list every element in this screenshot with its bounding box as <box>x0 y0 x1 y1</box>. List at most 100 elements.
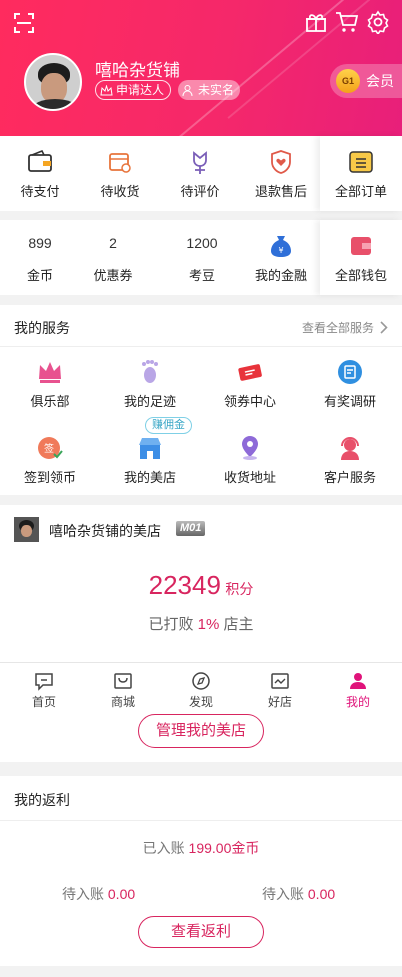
shop-icon <box>271 673 289 689</box>
tab-home[interactable]: 首页 <box>4 663 84 710</box>
store-name: 嘻哈杂货铺的美店 <box>49 523 161 539</box>
service-my-store[interactable]: 我的美店 <box>100 435 200 486</box>
score-value: 22349 <box>148 570 221 600</box>
credited-value: 199.00金币 <box>188 840 260 856</box>
beat-suffix: 店主 <box>223 616 254 633</box>
pending-value: 0.00 <box>107 886 136 902</box>
tab-mine[interactable]: 我的 <box>318 663 398 710</box>
beans-value: 1200 <box>186 235 218 251</box>
cart-icon[interactable] <box>335 10 359 34</box>
rebate-title: 我的返利 <box>14 792 70 808</box>
scan-icon[interactable] <box>12 11 36 35</box>
realname-label: 未实名 <box>198 83 235 97</box>
order-pending-receipt[interactable]: 待收货 <box>80 136 160 211</box>
gift-icon[interactable] <box>304 10 328 34</box>
pending-label: 待入账 <box>262 886 304 902</box>
beat-ratio: 已打败 1% 店主 <box>0 613 402 634</box>
pending-value: 0.00 <box>307 886 336 902</box>
divider <box>0 346 402 347</box>
avatar[interactable] <box>24 53 82 111</box>
divider <box>0 820 402 821</box>
service-label: 有奖调研 <box>323 394 376 409</box>
checkin-icon: 签 <box>38 437 63 459</box>
service-coupon-center[interactable]: 领券中心 <box>200 359 300 410</box>
service-label: 签到领币 <box>23 470 76 485</box>
service-survey[interactable]: 有奖调研 <box>300 359 400 410</box>
coins-value: 899 <box>28 235 52 251</box>
crown-small-icon <box>100 84 113 95</box>
shop-name: 嘻哈杂货铺 <box>95 61 180 80</box>
tab-label: 发现 <box>188 695 213 709</box>
apply-expert-tag[interactable]: 申请达人 <box>95 80 172 100</box>
manage-store-button[interactable]: 管理我的美店 <box>138 714 264 748</box>
order-pending-review[interactable]: 待评价 <box>160 136 240 211</box>
beat-percent: 1% <box>197 616 220 633</box>
service-footprint[interactable]: 我的足迹 <box>100 359 200 410</box>
coupons-value: 2 <box>109 235 117 251</box>
realname-tag[interactable]: 未实名 <box>178 80 241 100</box>
svg-text:签: 签 <box>44 442 54 455</box>
wallet-finance[interactable]: ¥ 我的金融 <box>240 220 322 295</box>
tab-label: 我的 <box>345 695 370 709</box>
tab-discover[interactable]: 发现 <box>161 663 241 710</box>
flower-icon <box>193 151 207 174</box>
beat-prefix: 已打败 <box>148 616 194 633</box>
services-title: 我的服务 <box>14 320 70 336</box>
chat-icon <box>35 673 53 691</box>
compass-icon <box>192 672 210 690</box>
person-verify-icon <box>182 84 193 96</box>
service-customer[interactable]: 客户服务 <box>300 435 400 486</box>
tab-mall[interactable]: 商城 <box>83 663 163 710</box>
bag-icon <box>114 673 132 689</box>
view-all-services-label: 查看全部服务 <box>301 321 374 335</box>
store-icon <box>139 438 161 459</box>
crown-icon <box>39 362 61 383</box>
package-icon <box>109 153 131 173</box>
headset-icon <box>341 437 359 460</box>
location-icon <box>242 436 258 460</box>
order-list-icon <box>349 151 373 173</box>
rebate-credited: 已入账 199.00金币 <box>0 838 402 858</box>
orders-row: 待支付 待收货 待评价 退款售后 全部订单 <box>0 136 402 211</box>
service-label: 领券中心 <box>223 394 276 409</box>
view-all-services-link[interactable]: 查看全部服务 <box>302 319 388 336</box>
profile-header: 嘻哈杂货铺 申请达人 未实名 G1 会员 <box>0 0 402 136</box>
person-icon <box>350 673 366 689</box>
bottom-tab-bar: 首页 商城 发现 好店 我的 <box>0 662 402 714</box>
order-pending-payment[interactable]: 待支付 <box>0 136 80 211</box>
service-label: 客户服务 <box>323 470 376 485</box>
wallet-icon <box>28 150 52 172</box>
all-orders-label: 全部订单 <box>334 184 387 199</box>
all-wallet-button[interactable]: 全部钱包 <box>320 220 402 295</box>
purse-icon <box>351 237 371 255</box>
tab-good-stores[interactable]: 好店 <box>240 663 320 710</box>
rebate-pending-left: 待入账 0.00 <box>62 884 135 904</box>
survey-icon <box>338 360 362 384</box>
service-label: 我的美店 <box>123 470 176 485</box>
order-label: 待支付 <box>20 184 60 199</box>
wallet-coupons[interactable]: 2 优惠券 <box>80 220 146 295</box>
service-checkin[interactable]: 签 签到领币 <box>0 435 100 486</box>
wallet-beans[interactable]: 1200 考豆 <box>164 220 240 295</box>
member-level-badge: G1 <box>336 69 360 93</box>
ticket-icon <box>238 364 262 381</box>
order-refund[interactable]: 退款售后 <box>240 136 322 211</box>
wallet-row: 899 金币 2 优惠券 1200 考豆 ¥ 我的金融 全部钱包 <box>0 220 402 295</box>
earn-commission-badge: 赚佣金 <box>145 417 192 434</box>
order-label: 待收货 <box>100 184 140 199</box>
gear-icon[interactable] <box>366 10 390 34</box>
tab-label: 商城 <box>110 695 135 709</box>
store-avatar <box>14 517 39 542</box>
apply-expert-label: 申请达人 <box>116 83 165 97</box>
service-label: 俱乐部 <box>30 394 70 409</box>
wallet-coins[interactable]: 899 金币 <box>0 220 80 295</box>
footprint-icon <box>142 360 158 383</box>
service-club[interactable]: 俱乐部 <box>0 359 100 410</box>
store-score: 22349 积分 <box>0 570 402 601</box>
member-button[interactable]: G1 会员 <box>330 64 402 98</box>
all-orders-button[interactable]: 全部订单 <box>320 136 402 211</box>
service-address[interactable]: 收货地址 <box>200 435 300 486</box>
view-rebate-button[interactable]: 查看返利 <box>138 916 264 948</box>
coupons-label: 优惠券 <box>93 268 133 283</box>
beans-label: 考豆 <box>188 268 215 283</box>
